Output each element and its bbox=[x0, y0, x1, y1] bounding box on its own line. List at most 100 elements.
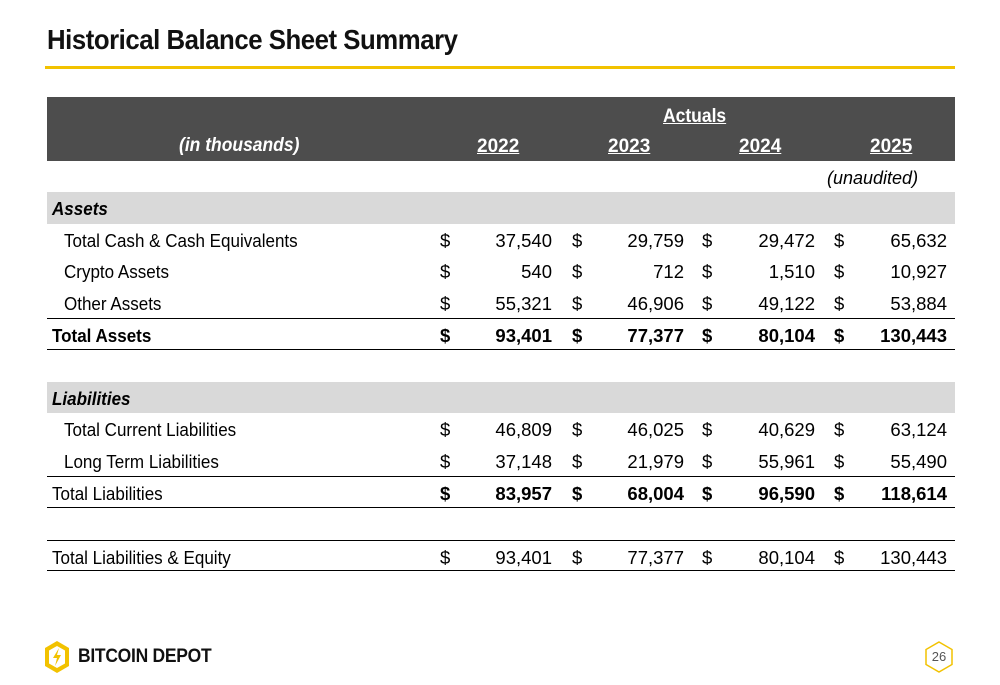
currency-symbol: $ bbox=[440, 229, 451, 251]
row-label: Total Liabilities & Equity bbox=[52, 546, 231, 568]
value-2022: 93,401 bbox=[495, 325, 552, 346]
row-spacer bbox=[47, 508, 955, 540]
currency-symbol: $ bbox=[702, 450, 713, 472]
year-2023-header: 2023 bbox=[608, 136, 651, 157]
value-2023: 29,759 bbox=[627, 229, 684, 251]
table-row: Crypto Assets $ 540 $ 712 $ 1,510 $ 10,9… bbox=[47, 255, 955, 287]
currency-symbol: $ bbox=[572, 261, 583, 282]
actuals-header: Actuals bbox=[663, 106, 727, 127]
currency-symbol: $ bbox=[834, 229, 845, 251]
value-2025: 55,490 bbox=[890, 450, 947, 472]
currency-symbol: $ bbox=[702, 483, 713, 504]
unaudited-note-row: (unaudited) bbox=[47, 161, 955, 192]
currency-symbol: $ bbox=[702, 325, 713, 346]
table-header: Actuals (in thousands) 2022 2023 2024 20… bbox=[47, 97, 955, 161]
row-label: Total Assets bbox=[52, 325, 152, 346]
currency-symbol: $ bbox=[702, 546, 713, 568]
currency-symbol: $ bbox=[572, 450, 583, 472]
value-2025: 63,124 bbox=[890, 419, 947, 440]
value-2022: 55,321 bbox=[495, 292, 552, 314]
value-2024: 29,472 bbox=[758, 229, 815, 251]
currency-symbol: $ bbox=[572, 325, 583, 346]
table-row: Other Assets $ 55,321 $ 46,906 $ 49,122 … bbox=[47, 287, 955, 319]
bitcoin-depot-logo-icon bbox=[45, 641, 69, 673]
currency-symbol: $ bbox=[702, 292, 713, 314]
value-2024: 80,104 bbox=[758, 546, 815, 568]
value-2025: 53,884 bbox=[890, 292, 947, 314]
value-2022: 83,957 bbox=[495, 483, 552, 504]
units-label: (in thousands) bbox=[179, 135, 300, 156]
currency-symbol: $ bbox=[834, 546, 845, 568]
value-2024: 55,961 bbox=[758, 450, 815, 472]
row-label: Total Current Liabilities bbox=[64, 419, 237, 440]
value-2023: 21,979 bbox=[627, 450, 684, 472]
currency-symbol: $ bbox=[834, 325, 845, 346]
currency-symbol: $ bbox=[440, 483, 451, 504]
value-2024: 1,510 bbox=[768, 261, 815, 282]
value-2023: 712 bbox=[653, 261, 684, 282]
row-label: Long Term Liabilities bbox=[64, 450, 219, 472]
currency-symbol: $ bbox=[440, 419, 451, 440]
total-assets-row: Total Assets $ 93,401 $ 77,377 $ 80,104 … bbox=[47, 318, 955, 350]
page-title: Historical Balance Sheet Summary bbox=[47, 24, 458, 55]
liabilities-section-header: Liabilities bbox=[47, 381, 955, 413]
value-2025: 130,443 bbox=[880, 546, 947, 568]
value-2023: 77,377 bbox=[627, 546, 684, 568]
year-2022-header: 2022 bbox=[477, 136, 520, 157]
currency-symbol: $ bbox=[702, 229, 713, 251]
row-label: Crypto Assets bbox=[64, 261, 170, 282]
currency-symbol: $ bbox=[440, 325, 451, 346]
value-2022: 37,148 bbox=[495, 450, 552, 472]
row-label: Total Cash & Cash Equivalents bbox=[64, 229, 298, 251]
currency-symbol: $ bbox=[834, 419, 845, 440]
currency-symbol: $ bbox=[440, 546, 451, 568]
row-label: Total Liabilities bbox=[52, 483, 163, 504]
table-row: Total Current Liabilities $ 46,809 $ 46,… bbox=[47, 413, 955, 445]
year-2024-header: 2024 bbox=[739, 136, 782, 157]
currency-symbol: $ bbox=[572, 483, 583, 504]
currency-symbol: $ bbox=[572, 229, 583, 251]
section-label: Assets bbox=[52, 198, 108, 219]
value-2022: 93,401 bbox=[495, 546, 552, 568]
value-2024: 80,104 bbox=[758, 325, 815, 346]
value-2025: 10,927 bbox=[890, 261, 947, 282]
brand-name: BITCOIN DEPOT bbox=[78, 646, 212, 667]
value-2022: 37,540 bbox=[495, 229, 552, 251]
year-2025-header: 2025 bbox=[870, 136, 913, 157]
currency-symbol: $ bbox=[834, 292, 845, 314]
section-label: Liabilities bbox=[52, 387, 131, 409]
value-2023: 46,025 bbox=[627, 419, 684, 440]
value-2024: 40,629 bbox=[758, 419, 815, 440]
currency-symbol: $ bbox=[834, 261, 845, 282]
brand-footer: BITCOIN DEPOT bbox=[44, 640, 223, 674]
value-2024: 96,590 bbox=[758, 483, 815, 504]
value-2023: 77,377 bbox=[627, 325, 684, 346]
row-label: Other Assets bbox=[64, 292, 162, 314]
currency-symbol: $ bbox=[440, 292, 451, 314]
balance-sheet-table: Actuals (in thousands) 2022 2023 2024 20… bbox=[47, 97, 955, 571]
value-2024: 49,122 bbox=[758, 292, 815, 314]
unaudited-note: (unaudited) bbox=[827, 168, 919, 188]
currency-symbol: $ bbox=[440, 261, 451, 282]
currency-symbol: $ bbox=[440, 450, 451, 472]
total-liabilities-row: Total Liabilities $ 83,957 $ 68,004 $ 96… bbox=[47, 476, 955, 508]
value-2022: 540 bbox=[521, 261, 552, 282]
currency-symbol: $ bbox=[572, 419, 583, 440]
row-spacer bbox=[47, 350, 955, 382]
currency-symbol: $ bbox=[834, 450, 845, 472]
page-number: 26 bbox=[931, 649, 947, 664]
currency-symbol: $ bbox=[572, 292, 583, 314]
value-2023: 68,004 bbox=[627, 483, 684, 504]
value-2022: 46,809 bbox=[495, 419, 552, 440]
total-liabilities-equity-row: Total Liabilities & Equity $ 93,401 $ 77… bbox=[47, 539, 955, 571]
assets-section-header: Assets bbox=[47, 192, 955, 224]
currency-symbol: $ bbox=[702, 419, 713, 440]
title-underline bbox=[45, 66, 955, 69]
table-row: Total Cash & Cash Equivalents $ 37,540 $… bbox=[47, 224, 955, 256]
value-2023: 46,906 bbox=[627, 292, 684, 314]
value-2025: 118,614 bbox=[881, 483, 947, 504]
table-row: Long Term Liabilities $ 37,148 $ 21,979 … bbox=[47, 445, 955, 477]
value-2025: 130,443 bbox=[880, 325, 947, 346]
currency-symbol: $ bbox=[702, 261, 713, 282]
value-2025: 65,632 bbox=[890, 229, 947, 251]
